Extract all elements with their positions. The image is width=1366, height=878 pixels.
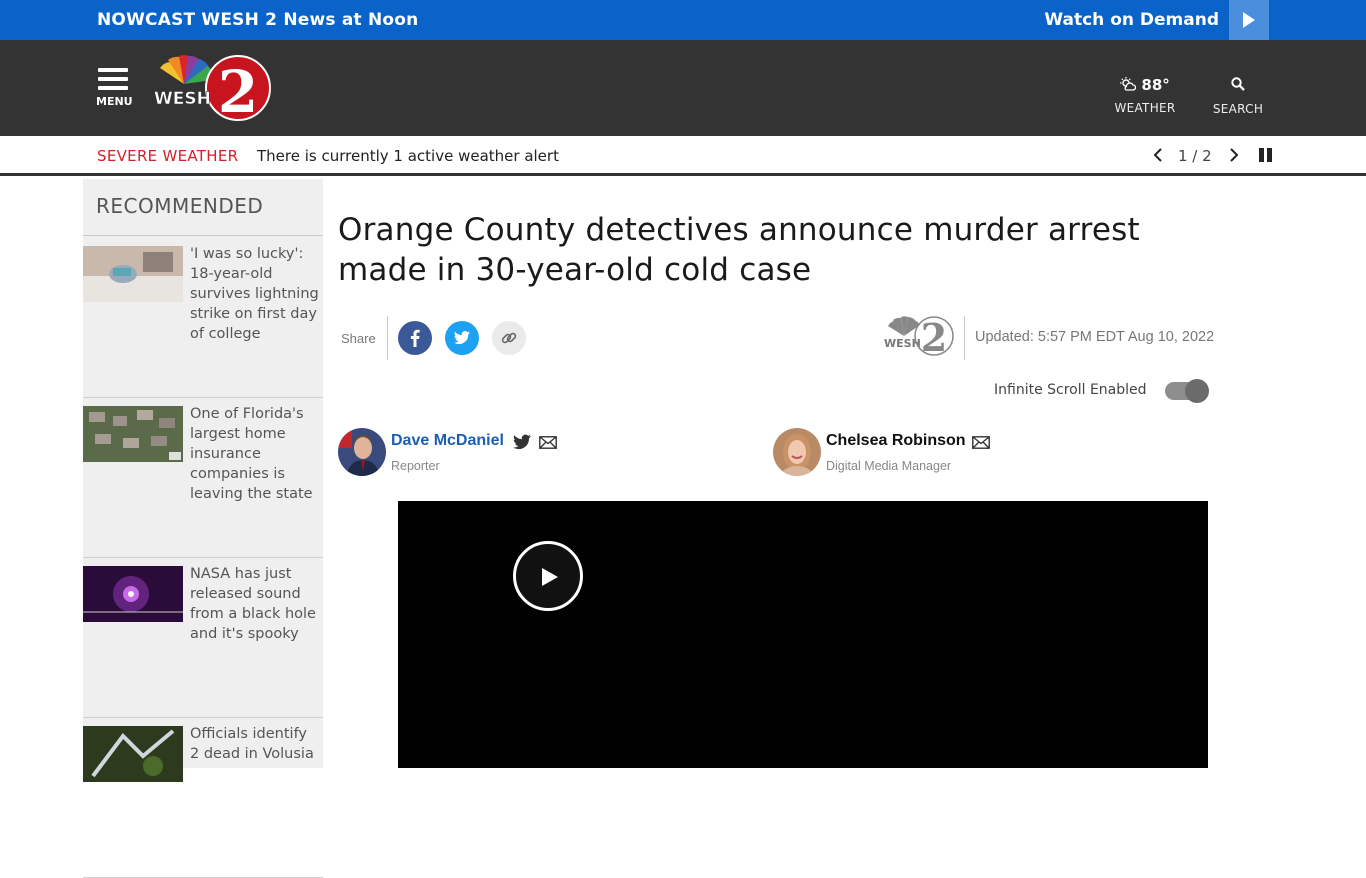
- search-icon: [1231, 77, 1245, 91]
- search-label: SEARCH: [1212, 102, 1264, 116]
- chevron-left-icon[interactable]: [1150, 146, 1166, 164]
- author-avatar[interactable]: [338, 428, 386, 476]
- peacock-icon: [160, 55, 213, 84]
- thumbnail-image: [83, 566, 183, 622]
- recommended-title: RECOMMENDED: [96, 194, 264, 218]
- recommended-item-title: NASA has just released sound from a blac…: [190, 566, 316, 642]
- recommended-sidebar: RECOMMENDED 'I was so lucky': 18-year-ol…: [83, 179, 323, 878]
- watch-on-demand-play-button[interactable]: [1229, 0, 1269, 40]
- live-banner: NOWCAST WESH 2 News at Noon Watch on Dem…: [0, 0, 1366, 40]
- weather-button[interactable]: 88° WEATHER: [1110, 76, 1180, 115]
- weather-alert-bar: SEVERE WEATHER There is currently 1 acti…: [0, 136, 1366, 176]
- author-role: Digital Media Manager: [826, 459, 952, 473]
- facebook-icon: [398, 321, 432, 355]
- thumbnail-image: [83, 726, 183, 782]
- thumbnail-image: [83, 246, 183, 302]
- recommended-item-title: 'I was so lucky': 18-year-old survives l…: [190, 246, 319, 342]
- twitter-icon: [445, 321, 479, 355]
- recommended-item[interactable]: 'I was so lucky': 18-year-old survives l…: [83, 238, 323, 398]
- twitter-share-button[interactable]: [445, 321, 479, 355]
- menu-button[interactable]: MENU: [96, 68, 133, 108]
- site-header: MENU 2 WESH 88° WEATHER SEARCH: [0, 40, 1366, 136]
- recommended-item-title: One of Florida's largest home insurance …: [190, 406, 313, 502]
- author-avatar[interactable]: [773, 428, 821, 476]
- alert-message[interactable]: There is currently 1 active weather aler…: [257, 147, 559, 165]
- nowcast-link[interactable]: NOWCAST WESH 2 News at Noon: [97, 10, 418, 30]
- recommended-item[interactable]: One of Florida's largest home insurance …: [83, 398, 323, 558]
- chevron-right-icon[interactable]: [1226, 146, 1242, 164]
- share-label: Share: [341, 331, 376, 346]
- watch-on-demand-link[interactable]: Watch on Demand: [1044, 10, 1219, 30]
- svg-text:WESH: WESH: [154, 89, 211, 109]
- infinite-scroll-label: Infinite Scroll Enabled: [994, 382, 1147, 398]
- copy-link-button[interactable]: [492, 321, 526, 355]
- partly-cloudy-icon: [1120, 77, 1137, 91]
- article-title: Orange County detectives announce murder…: [338, 212, 1140, 288]
- link-icon: [492, 321, 526, 355]
- author-name[interactable]: Chelsea Robinson: [826, 432, 966, 450]
- facebook-share-button[interactable]: [398, 321, 432, 355]
- recommended-item[interactable]: Officials identify 2 dead in Volusia: [83, 718, 323, 878]
- video-player[interactable]: [398, 501, 1208, 768]
- wesh2-small-logo: WESH 2: [884, 315, 954, 358]
- infinite-scroll-toggle[interactable]: [1165, 379, 1209, 403]
- weather-label: WEATHER: [1114, 101, 1176, 115]
- author-role: Reporter: [391, 459, 440, 473]
- hamburger-icon: [98, 68, 128, 72]
- temperature-value: 88°: [1141, 76, 1170, 94]
- play-icon: [1243, 12, 1255, 28]
- wesh2-logo[interactable]: 2 WESH: [152, 54, 274, 122]
- recommended-item-title: Officials identify 2 dead in Volusia: [190, 726, 314, 762]
- severe-weather-label[interactable]: SEVERE WEATHER: [97, 147, 238, 165]
- svg-text:2: 2: [921, 315, 947, 358]
- play-icon: [542, 568, 558, 586]
- thumbnail-image: [83, 406, 183, 462]
- author-name[interactable]: Dave McDaniel: [391, 432, 504, 450]
- twitter-icon[interactable]: [513, 434, 531, 450]
- search-button[interactable]: SEARCH: [1205, 77, 1271, 116]
- menu-label: MENU: [96, 95, 133, 108]
- email-icon[interactable]: [972, 436, 990, 449]
- email-icon[interactable]: [539, 436, 557, 449]
- updated-timestamp: Updated: 5:57 PM EDT Aug 10, 2022: [975, 329, 1215, 345]
- video-play-button[interactable]: [513, 541, 583, 611]
- recommended-item[interactable]: NASA has just released sound from a blac…: [83, 558, 323, 718]
- pause-icon[interactable]: [1259, 148, 1273, 162]
- alert-counter: 1 / 2: [1178, 147, 1212, 165]
- svg-text:2: 2: [218, 58, 258, 122]
